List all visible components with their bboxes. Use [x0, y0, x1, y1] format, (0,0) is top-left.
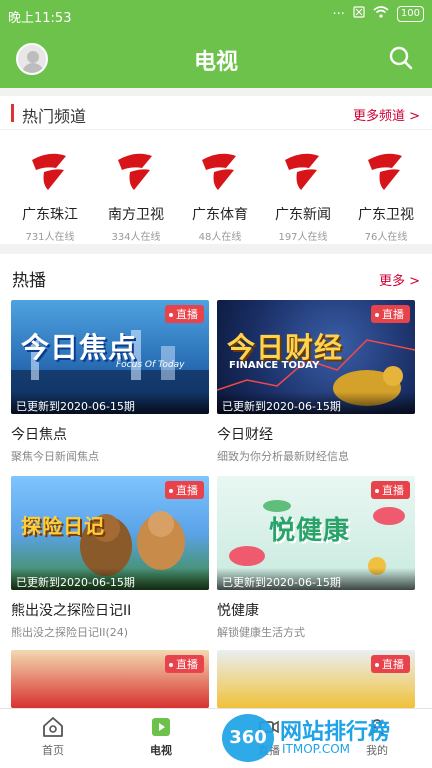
channel-online-count: 731人在线: [25, 232, 75, 243]
hot-channels-title: 热门频道: [22, 107, 87, 126]
live-badge: 直播: [371, 655, 410, 673]
program-card[interactable]: 今日财经 FINANCE TODAY 直播 已更新到2020-06-15期 今日…: [217, 300, 415, 464]
program-thumbnail: 探险日记 直播 已更新到2020-06-15期: [11, 476, 209, 590]
channel-logo-icon: [368, 153, 402, 190]
more-link[interactable]: 更多 >: [379, 270, 420, 289]
hot-channels-header: 热门频道 更多频道 >: [0, 96, 432, 130]
program-thumbnail: 今日焦点 Focus Of Today 直播 已更新到2020-06-15期: [11, 300, 209, 414]
app-header: 电视: [0, 30, 432, 88]
program-thumbnail: 今日财经 FINANCE TODAY 直播 已更新到2020-06-15期: [217, 300, 415, 414]
program-thumbnail: 直播: [11, 650, 209, 708]
channel-item[interactable]: 广东卫视 76人在线: [343, 146, 429, 243]
dots-icon: ···: [332, 6, 345, 22]
program-card[interactable]: 探险日记 直播 已更新到2020-06-15期 熊出没之探险日记II 熊出没之探…: [11, 476, 209, 640]
page-title: 电视: [193, 50, 238, 75]
watermark-logo: 360 网站排行榜 ITMOP.COM: [222, 712, 432, 768]
channel-name: 广东珠江: [22, 207, 78, 223]
channel-online-count: 197人在线: [278, 232, 328, 243]
search-icon[interactable]: [388, 45, 414, 71]
update-caption: 已更新到2020-06-15期: [217, 392, 415, 414]
thumbnail-title: 探险日记: [21, 514, 105, 538]
status-time: 晚上11:53: [8, 11, 72, 26]
program-title: 悦健康: [217, 603, 259, 619]
channel-logo-icon: [202, 153, 236, 190]
watermark-360-logo: 360: [222, 714, 274, 762]
live-badge: 直播: [165, 305, 204, 323]
program-subtitle: 聚焦今日新闻焦点: [11, 450, 99, 463]
program-card[interactable]: 直播: [11, 650, 209, 708]
program-subtitle: 细致为你分析最新财经信息: [217, 450, 349, 463]
live-badge: 直播: [165, 655, 204, 673]
channel-name: 广东卫视: [358, 207, 414, 223]
program-card[interactable]: 直播: [217, 650, 415, 708]
program-thumbnail: 直播: [217, 650, 415, 708]
tab-tv[interactable]: 电视: [121, 715, 201, 758]
battery-indicator: 100: [396, 6, 424, 22]
watermark-subtitle: ITMOP.COM: [282, 742, 351, 756]
update-caption: 已更新到2020-06-15期: [11, 568, 209, 590]
more-channels-link[interactable]: 更多频道 >: [353, 105, 420, 124]
status-bar: 晚上11:53 ··· 100: [0, 0, 432, 30]
program-card[interactable]: 今日焦点 Focus Of Today 直播 已更新到2020-06-15期 今…: [11, 300, 209, 464]
program-card[interactable]: 悦健康 直播 已更新到2020-06-15期 悦健康 解锁健康生活方式: [217, 476, 415, 640]
program-subtitle: 熊出没之探险日记II(24): [11, 626, 129, 639]
program-subtitle: 解锁健康生活方式: [217, 626, 305, 639]
program-title: 今日焦点: [11, 427, 67, 443]
channel-logo-icon: [285, 153, 319, 190]
channel-name: 广东体育: [192, 207, 248, 223]
home-icon: [43, 717, 63, 737]
program-thumbnail: 悦健康 直播 已更新到2020-06-15期: [217, 476, 415, 590]
tab-home[interactable]: 首页: [13, 715, 93, 758]
section-accent-bar: [11, 104, 14, 122]
hot-channels-section: 热门频道 更多频道 > 广东珠江 731人在线 南方卫视 334人在线 广东体育…: [0, 96, 432, 244]
tab-home-label: 首页: [42, 744, 64, 757]
top-bar: 晚上11:53 ··· 100 电视: [0, 0, 432, 88]
sim-icon: [353, 6, 365, 22]
channel-logo-icon: [32, 153, 66, 190]
status-icons: ··· 100: [332, 6, 424, 22]
tab-tv-label: 电视: [150, 744, 172, 757]
tv-play-icon: [152, 718, 170, 736]
hot-broadcast-section: 热播 更多 > 今日焦点 Focus Of Today 直播 已更新到2020-…: [0, 254, 432, 708]
wifi-icon: [373, 6, 389, 22]
update-caption: 已更新到2020-06-15期: [11, 392, 209, 414]
channel-name: 南方卫视: [108, 207, 164, 223]
channel-item[interactable]: 广东珠江 731人在线: [7, 146, 93, 243]
update-caption: 已更新到2020-06-15期: [217, 568, 415, 590]
live-badge: 直播: [165, 481, 204, 499]
channel-online-count: 48人在线: [198, 232, 242, 243]
channel-name: 广东新闻: [275, 207, 331, 223]
program-title: 熊出没之探险日记II: [11, 603, 132, 619]
live-badge: 直播: [371, 305, 410, 323]
thumbnail-title: 悦健康: [269, 516, 351, 546]
channel-online-count: 76人在线: [364, 232, 408, 243]
channel-item[interactable]: 南方卫视 334人在线: [93, 146, 179, 243]
hot-broadcast-title: 热播: [12, 271, 46, 291]
channel-online-count: 334人在线: [111, 232, 161, 243]
program-title: 今日财经: [217, 427, 273, 443]
channel-item[interactable]: 广东体育 48人在线: [177, 146, 263, 243]
thumbnail-subtitle: FINANCE TODAY: [229, 360, 320, 371]
thumbnail-subtitle: Focus Of Today: [116, 360, 185, 370]
channel-logo-icon: [118, 153, 152, 190]
channel-item[interactable]: 广东新闻 197人在线: [260, 146, 346, 243]
live-badge: 直播: [371, 481, 410, 499]
